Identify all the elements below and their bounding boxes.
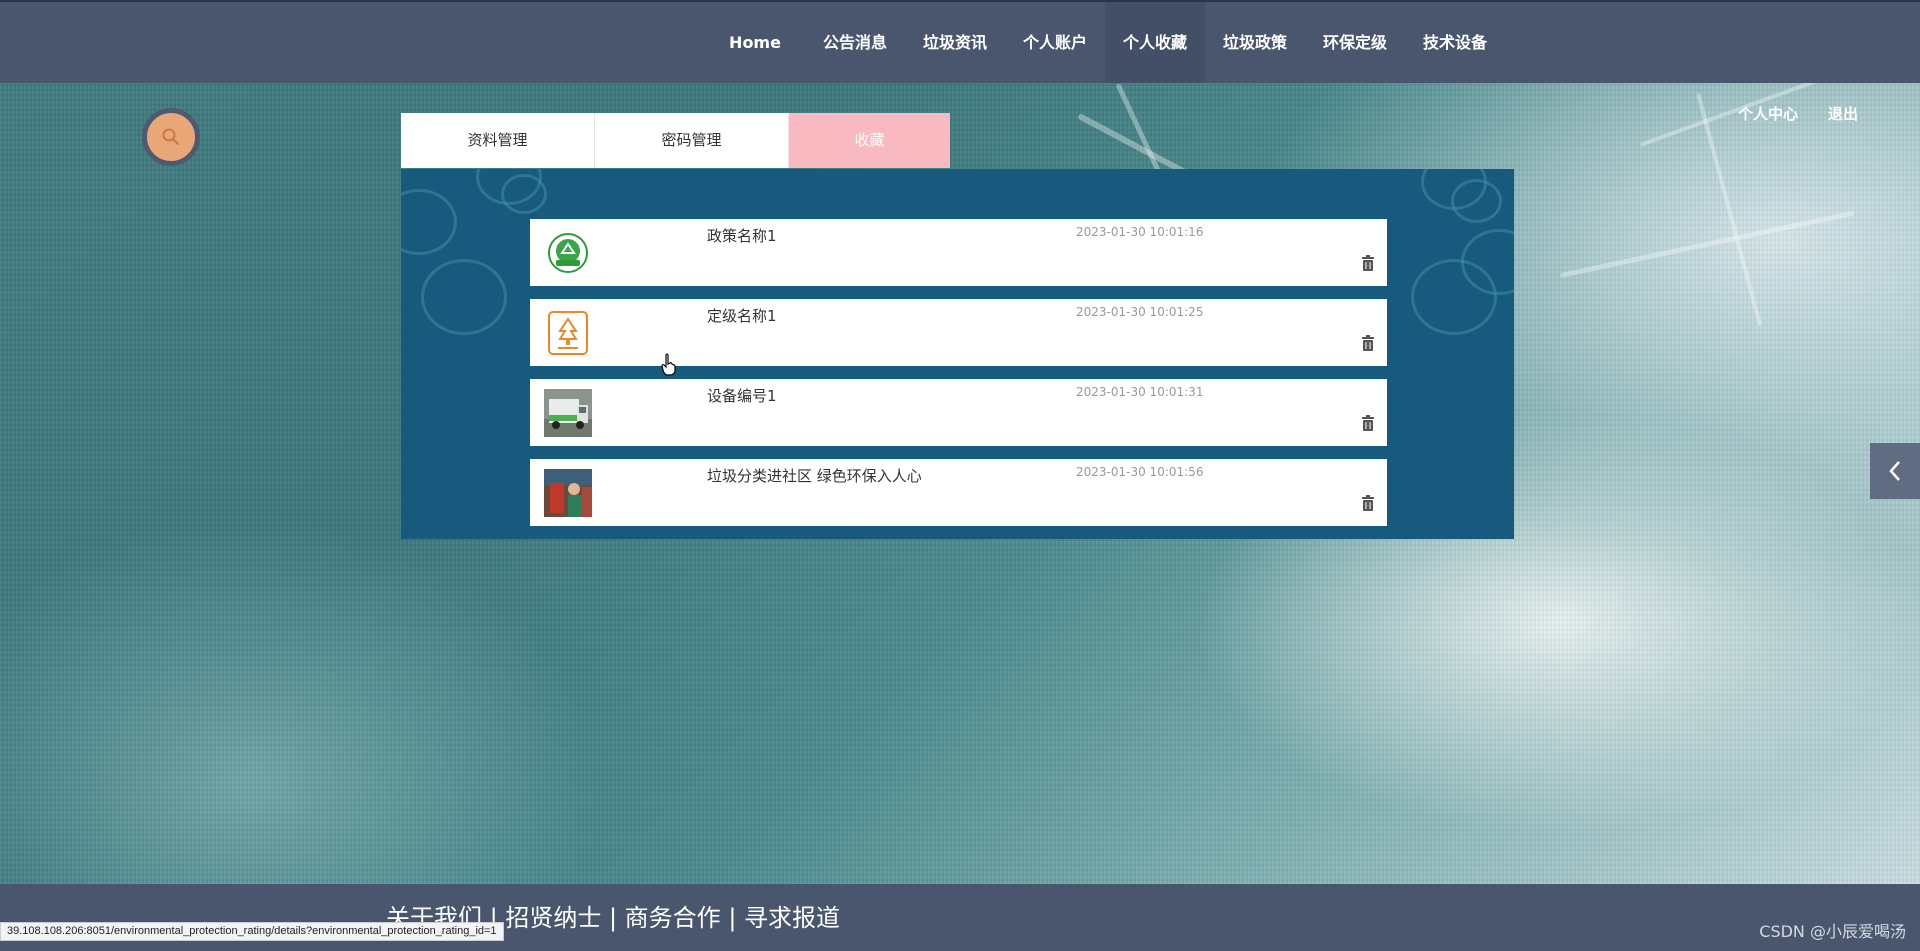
favorite-title[interactable]: 政策名称1 [707, 225, 777, 246]
nav-item-garbage-news[interactable]: 垃圾资讯 [915, 2, 995, 83]
search-icon [162, 128, 180, 146]
favorite-item[interactable]: 垃圾分类进社区 绿色环保入人心 2023-01-30 10:01:56 [530, 459, 1387, 526]
hand-cursor-icon [661, 353, 676, 376]
nav-item-tech-equipment[interactable]: 技术设备 [1415, 2, 1495, 83]
favorite-item[interactable]: 设备编号1 2023-01-30 10:01:31 [530, 379, 1387, 446]
favorite-title[interactable]: 设备编号1 [707, 385, 777, 406]
tab-favorites[interactable]: 收藏 [789, 113, 950, 168]
watermark: CSDN @小辰爱喝汤 [1759, 922, 1906, 941]
nav-item-favorites[interactable]: 个人收藏 [1105, 2, 1205, 83]
delete-icon[interactable] [1361, 335, 1375, 351]
eco-rating-badge-icon [544, 309, 592, 357]
decor-streak [1560, 210, 1855, 278]
personal-center-link[interactable]: 个人中心 [1738, 103, 1798, 124]
favorite-time: 2023-01-30 10:01:56 [1076, 465, 1204, 479]
favorite-title[interactable]: 定级名称1 [707, 305, 777, 326]
nav-item-announcements[interactable]: 公告消息 [815, 2, 895, 83]
recycle-badge-icon [544, 229, 592, 277]
cloud-decoration [401, 189, 457, 255]
top-navigation: Home 公告消息 垃圾资讯 个人账户 个人收藏 垃圾政策 环保定级 技术设备 [0, 0, 1920, 83]
cloud-decoration [1451, 179, 1502, 223]
favorite-item[interactable]: 定级名称1 2023-01-30 10:01:25 [530, 299, 1387, 366]
favorite-time: 2023-01-30 10:01:25 [1076, 305, 1204, 319]
favorite-title[interactable]: 垃圾分类进社区 绿色环保入人心 [707, 465, 922, 486]
search-button[interactable] [142, 108, 200, 166]
logout-link[interactable]: 退出 [1828, 103, 1858, 124]
status-bar-url: 39.108.108.206:8051/environmental_protec… [0, 922, 504, 941]
cloud-decoration [501, 174, 547, 214]
tab-profile-management[interactable]: 资料管理 [401, 113, 595, 168]
chevron-left-icon [1889, 461, 1900, 481]
nav-item-home[interactable]: Home [715, 2, 795, 83]
garbage-truck-photo [544, 389, 592, 437]
community-photo [544, 469, 592, 517]
cloud-decoration [421, 259, 507, 335]
main-background: 个人中心 退出 资料管理 密码管理 收藏 政策名称1 2023-01-30 10… [0, 83, 1920, 884]
delete-icon[interactable] [1361, 495, 1375, 511]
decor-streak [1696, 93, 1763, 326]
delete-icon[interactable] [1361, 255, 1375, 271]
favorite-time: 2023-01-30 10:01:16 [1076, 225, 1204, 239]
favorite-item[interactable]: 政策名称1 2023-01-30 10:01:16 [530, 219, 1387, 286]
favorite-time: 2023-01-30 10:01:31 [1076, 385, 1204, 399]
delete-icon[interactable] [1361, 415, 1375, 431]
nav-item-eco-rating[interactable]: 环保定级 [1315, 2, 1395, 83]
side-toggle-button[interactable] [1870, 443, 1920, 499]
nav-item-garbage-policy[interactable]: 垃圾政策 [1215, 2, 1295, 83]
nav-item-account[interactable]: 个人账户 [1015, 2, 1095, 83]
favorites-panel: 政策名称1 2023-01-30 10:01:16 定级名称1 2023-01-… [401, 169, 1514, 539]
tab-password-management[interactable]: 密码管理 [595, 113, 789, 168]
